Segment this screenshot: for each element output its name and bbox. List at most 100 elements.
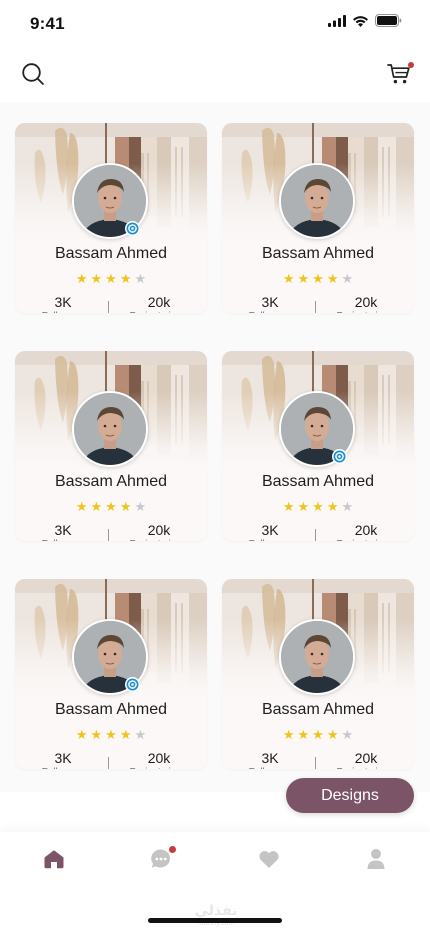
nav-profile[interactable] (363, 846, 389, 872)
rating-stars: ★ ★ ★ ★ ★ (15, 272, 207, 285)
designer-card[interactable]: Bassam Ahmed ★★★★★ 3K Followers 20k Proj… (15, 123, 207, 313)
avatar[interactable] (279, 619, 355, 695)
followers-value: 3K (54, 294, 72, 310)
star-filled-icon: ★ (297, 499, 310, 514)
stat-divider (315, 301, 316, 313)
designer-card[interactable]: Bassam Ahmed ★★★★★ 3K Followers 20k Proj… (15, 351, 207, 541)
profile-icon (367, 849, 385, 869)
verified-icon (333, 450, 346, 463)
star-filled-icon: ★ (119, 499, 132, 514)
star-filled-icon: ★ (297, 727, 310, 742)
verified-badge (332, 449, 347, 464)
followers-label: Followers (222, 311, 318, 313)
battery-icon (375, 14, 402, 32)
star-filled-icon: ★ (90, 271, 103, 286)
followers-label: Followers (15, 539, 111, 541)
star-filled-icon: ★ (75, 499, 88, 514)
designer-stats: 3K Followers 20k Project views (222, 751, 414, 769)
followers-stat: 3K Followers (222, 522, 318, 542)
avatar[interactable] (279, 163, 355, 239)
chat-notification-dot (169, 846, 176, 853)
designer-card[interactable]: Bassam Ahmed ★★★★★ 3K Followers 20k Proj… (222, 123, 414, 313)
watermark-logo: نفذلي (194, 902, 238, 918)
designer-stats: 3K Followers 20k Project views (222, 523, 414, 541)
designs-button[interactable]: Designs (286, 778, 414, 813)
stat-divider (315, 757, 316, 769)
designer-stats: 3K Followers 20k Project views (15, 295, 207, 313)
designer-card[interactable]: Bassam Ahmed ★★★★★ 3K Followers 20k Proj… (222, 351, 414, 541)
stat-divider (108, 529, 109, 541)
designer-name: Bassam Ahmed (261, 473, 375, 490)
cart-button[interactable] (386, 61, 414, 87)
star-filled-icon: ★ (326, 727, 339, 742)
designer-stats: 3K Followers 20k Project views (222, 295, 414, 313)
stat-divider (108, 301, 109, 313)
views-value: 20k (147, 750, 171, 766)
nav-home[interactable] (41, 846, 67, 872)
star-filled-icon: ★ (105, 727, 117, 742)
star-filled-icon: ★ (282, 727, 295, 742)
followers-label: Followers (222, 539, 318, 541)
designer-name: Bassam Ahmed (261, 245, 375, 262)
views-stat: 20k Project views (318, 750, 414, 770)
followers-stat: 3K Followers (15, 294, 111, 314)
star-filled-icon: ★ (326, 499, 339, 514)
rating-stars: ★ ★ ★ ★ ★ (15, 500, 207, 513)
designer-name: Bassam Ahmed (54, 473, 168, 490)
designer-name: Bassam Ahmed (54, 245, 168, 262)
star-empty-icon: ★ (341, 727, 354, 742)
star-filled-icon: ★ (297, 271, 310, 286)
views-stat: 20k Project views (111, 522, 207, 542)
verified-badge (125, 221, 140, 236)
star-empty-icon: ★ (341, 271, 354, 286)
cart-notification-dot (408, 62, 414, 68)
views-stat: 20k Project views (318, 294, 414, 314)
star-filled-icon: ★ (282, 271, 295, 286)
nav-favorites[interactable] (256, 846, 282, 872)
star-filled-icon: ★ (312, 727, 324, 742)
designer-name: Bassam Ahmed (261, 701, 375, 718)
followers-stat: 3K Followers (222, 294, 318, 314)
views-label: Project views (318, 767, 414, 769)
rating-stars: ★ ★ ★ ★ ★ (222, 272, 414, 285)
views-label: Project views (111, 767, 207, 769)
verified-icon (126, 222, 139, 235)
star-filled-icon: ★ (90, 727, 103, 742)
views-value: 20k (354, 522, 378, 538)
followers-value: 3K (261, 294, 279, 310)
followers-label: Followers (222, 767, 318, 769)
followers-value: 3K (261, 750, 279, 766)
views-value: 20k (354, 750, 378, 766)
views-value: 20k (354, 294, 378, 310)
views-value: 20k (147, 522, 171, 538)
stat-divider (315, 529, 316, 541)
rating-stars: ★ ★ ★ ★ ★ (222, 500, 414, 513)
star-empty-icon: ★ (134, 727, 147, 742)
star-filled-icon: ★ (75, 727, 88, 742)
star-filled-icon: ★ (90, 499, 103, 514)
followers-stat: 3K Followers (222, 750, 318, 770)
stat-divider (108, 757, 109, 769)
followers-label: Followers (15, 767, 111, 769)
designer-grid: Bassam Ahmed ★★★★★ 3K Followers 20k Proj… (0, 102, 430, 792)
top-bar (0, 46, 430, 102)
star-filled-icon: ★ (119, 271, 132, 286)
designer-card[interactable]: Bassam Ahmed ★★★★★ 3K Followers 20k Proj… (15, 579, 207, 769)
views-label: Project views (318, 311, 414, 313)
star-filled-icon: ★ (282, 499, 295, 514)
designer-card[interactable]: Bassam Ahmed ★★★★★ 3K Followers 20k Proj… (222, 579, 414, 769)
star-filled-icon: ★ (312, 499, 324, 514)
designer-stats: 3K Followers 20k Project views (15, 751, 207, 769)
status-bar: 9:41 (0, 0, 430, 46)
followers-value: 3K (54, 750, 72, 766)
followers-value: 3K (261, 522, 279, 538)
nav-chat[interactable] (148, 846, 176, 872)
wifi-icon (352, 14, 369, 32)
views-stat: 20k Project views (318, 522, 414, 542)
followers-stat: 3K Followers (15, 750, 111, 770)
rating-stars: ★ ★ ★ ★ ★ (15, 728, 207, 741)
avatar[interactable] (72, 391, 148, 467)
star-empty-icon: ★ (134, 499, 147, 514)
search-icon (22, 63, 44, 85)
search-button[interactable] (20, 61, 46, 87)
